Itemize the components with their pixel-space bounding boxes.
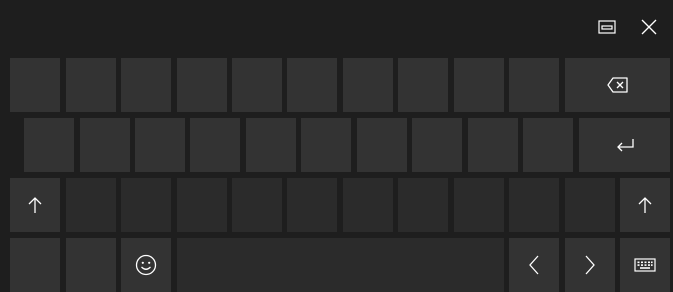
key-row1-3[interactable] xyxy=(121,58,171,112)
key-row4-1[interactable] xyxy=(10,238,60,292)
key-row4-2[interactable] xyxy=(66,238,116,292)
key-row3-4[interactable] xyxy=(232,178,282,232)
left-arrow-key[interactable] xyxy=(509,238,559,292)
emoji-key[interactable] xyxy=(121,238,171,292)
space-key[interactable] xyxy=(177,238,504,292)
keyboard-menu-key[interactable] xyxy=(620,238,670,292)
key-row1-1[interactable] xyxy=(10,58,60,112)
dock-button[interactable] xyxy=(592,12,622,42)
key-row2-2[interactable] xyxy=(80,118,130,172)
left-arrow-icon xyxy=(529,255,539,275)
shift-arrow-icon xyxy=(28,197,42,213)
key-row3-2[interactable] xyxy=(121,178,171,232)
key-row3-9[interactable] xyxy=(509,178,559,232)
close-button[interactable] xyxy=(634,12,664,42)
key-row3-10[interactable] xyxy=(565,178,615,232)
key-row1-10[interactable] xyxy=(509,58,559,112)
key-row1-4[interactable] xyxy=(177,58,227,112)
key-row3-8[interactable] xyxy=(454,178,504,232)
touch-keyboard xyxy=(0,0,673,292)
keyboard-icon xyxy=(634,258,656,272)
key-row2-3[interactable] xyxy=(135,118,185,172)
key-row1-7[interactable] xyxy=(343,58,393,112)
key-row2-9[interactable] xyxy=(468,118,518,172)
shift-key-right[interactable] xyxy=(620,178,670,232)
close-icon xyxy=(641,19,657,35)
key-row3-1[interactable] xyxy=(66,178,116,232)
key-row2-7[interactable] xyxy=(357,118,407,172)
keyboard-titlebar xyxy=(0,0,673,54)
key-row2-1[interactable] xyxy=(24,118,74,172)
key-row3-6[interactable] xyxy=(343,178,393,232)
key-row1-5[interactable] xyxy=(232,58,282,112)
key-row3-7[interactable] xyxy=(398,178,448,232)
key-row1-9[interactable] xyxy=(454,58,504,112)
emoji-smiley-icon xyxy=(135,254,157,276)
right-arrow-icon xyxy=(585,255,595,275)
key-row1-8[interactable] xyxy=(398,58,448,112)
key-row1-2[interactable] xyxy=(66,58,116,112)
backspace-key[interactable] xyxy=(565,58,670,112)
key-row2-4[interactable] xyxy=(190,118,240,172)
key-row2-10[interactable] xyxy=(523,118,573,172)
key-row2-8[interactable] xyxy=(412,118,462,172)
enter-icon xyxy=(616,139,634,152)
key-row2-6[interactable] xyxy=(301,118,351,172)
right-arrow-key[interactable] xyxy=(565,238,615,292)
key-row1-6[interactable] xyxy=(287,58,337,112)
key-row2-5[interactable] xyxy=(246,118,296,172)
dock-undock-icon xyxy=(598,20,616,34)
key-row3-5[interactable] xyxy=(287,178,337,232)
backspace-icon xyxy=(606,77,628,93)
shift-key-left[interactable] xyxy=(10,178,60,232)
shift-arrow-icon xyxy=(638,197,652,213)
enter-key[interactable] xyxy=(579,118,670,172)
key-row3-3[interactable] xyxy=(177,178,227,232)
